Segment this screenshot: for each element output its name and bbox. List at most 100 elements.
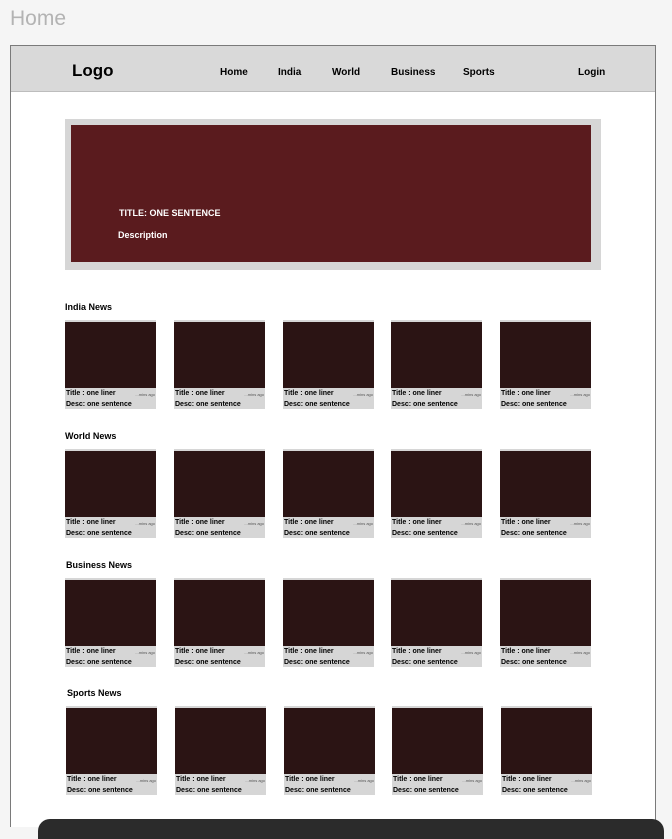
card-thumbnail (500, 451, 591, 517)
card-desc: Desc: one sentence (175, 530, 241, 537)
news-card[interactable]: Title : one liner ...mins ago Desc: one se… (392, 706, 483, 795)
card-time: ...mins ago (135, 521, 155, 526)
news-card[interactable]: Title : one liner ...mins ago Desc: one se… (391, 578, 482, 667)
card-title: Title : one liner (501, 390, 551, 397)
card-title: Title : one liner (176, 776, 226, 783)
card-desc: Desc: one sentence (501, 530, 567, 537)
card-desc: Desc: one sentence (392, 659, 458, 666)
news-card[interactable]: Title : one liner ...mins ago Desc: one se… (500, 449, 591, 538)
card-time: ...mins ago (353, 392, 373, 397)
news-card[interactable]: Title : one liner ...mins ago Desc: one se… (65, 320, 156, 409)
nav-link-home[interactable]: Home (220, 67, 248, 78)
card-thumbnail (501, 708, 592, 774)
news-card[interactable]: Title : one liner ...mins ago Desc: one se… (283, 449, 374, 538)
news-card[interactable]: Title : one liner ...mins ago Desc: one se… (65, 578, 156, 667)
card-title: Title : one liner (175, 648, 225, 655)
card-time: ...mins ago (244, 521, 264, 526)
news-card[interactable]: Title : one liner ...mins ago Desc: one se… (174, 449, 265, 538)
news-card[interactable]: Title : one liner ...mins ago Desc: one se… (66, 706, 157, 795)
card-thumbnail (391, 580, 482, 646)
card-title: Title : one liner (392, 519, 442, 526)
card-title: Title : one liner (284, 390, 334, 397)
nav-link-world[interactable]: World (332, 67, 360, 78)
card-thumbnail (500, 580, 591, 646)
card-desc: Desc: one sentence (175, 401, 241, 408)
news-card[interactable]: Title : one liner ...mins ago Desc: one se… (500, 578, 591, 667)
card-thumbnail (174, 451, 265, 517)
section-title-business: Business News (66, 560, 133, 570)
card-title: Title : one liner (66, 519, 116, 526)
news-card[interactable]: Title : one liner ...mins ago Desc: one se… (174, 320, 265, 409)
news-card[interactable]: Title : one liner ...mins ago Desc: one se… (283, 578, 374, 667)
card-desc: Desc: one sentence (175, 659, 241, 666)
card-desc: Desc: one sentence (285, 787, 351, 794)
card-time: ...mins ago (136, 778, 156, 783)
card-title: Title : one liner (67, 776, 117, 783)
card-thumbnail (66, 708, 157, 774)
card-thumbnail (65, 451, 156, 517)
card-title: Title : one liner (502, 776, 552, 783)
card-time: ...mins ago (570, 392, 590, 397)
news-card[interactable]: Title : one liner ...mins ago Desc: one se… (65, 449, 156, 538)
news-card[interactable]: Title : one liner ...mins ago Desc: one se… (174, 578, 265, 667)
website-frame: Logo Home India World Business Sports Lo… (10, 45, 656, 827)
card-title: Title : one liner (393, 776, 443, 783)
card-thumbnail (283, 322, 374, 388)
card-time: ...mins ago (244, 392, 264, 397)
hero-description: Description (118, 230, 168, 240)
logo[interactable]: Logo (72, 61, 114, 81)
hero-banner[interactable]: TITLE: ONE SENTENCE Description (65, 119, 601, 270)
card-desc: Desc: one sentence (392, 530, 458, 537)
card-title: Title : one liner (284, 648, 334, 655)
card-desc: Desc: one sentence (501, 659, 567, 666)
card-desc: Desc: one sentence (176, 787, 242, 794)
news-card[interactable]: Title : one liner ...mins ago Desc: one se… (501, 706, 592, 795)
news-card[interactable]: Title : one liner ...mins ago Desc: one se… (391, 449, 482, 538)
card-time: ...mins ago (135, 650, 155, 655)
card-time: ...mins ago (461, 650, 481, 655)
nav-link-business[interactable]: Business (391, 67, 435, 78)
nav-link-india[interactable]: India (278, 67, 301, 78)
section-title-world: World News (65, 431, 117, 441)
login-link[interactable]: Login (578, 67, 605, 78)
card-desc: Desc: one sentence (66, 530, 132, 537)
card-thumbnail (65, 580, 156, 646)
card-thumbnail (392, 708, 483, 774)
card-time: ...mins ago (244, 650, 264, 655)
nav-link-sports[interactable]: Sports (463, 67, 495, 78)
section-title-sports: Sports News (67, 688, 122, 698)
page-label: Home (10, 7, 67, 30)
card-time: ...mins ago (570, 650, 590, 655)
card-thumbnail (284, 708, 375, 774)
news-card[interactable]: Title : one liner ...mins ago Desc: one se… (283, 320, 374, 409)
news-card[interactable]: Title : one liner ...mins ago Desc: one se… (175, 706, 266, 795)
card-title: Title : one liner (284, 519, 334, 526)
card-time: ...mins ago (571, 778, 591, 783)
card-title: Title : one liner (392, 648, 442, 655)
card-time: ...mins ago (353, 521, 373, 526)
card-time: ...mins ago (353, 650, 373, 655)
card-time: ...mins ago (461, 392, 481, 397)
card-desc: Desc: one sentence (66, 401, 132, 408)
card-desc: Desc: one sentence (502, 787, 568, 794)
card-desc: Desc: one sentence (392, 401, 458, 408)
card-thumbnail (65, 322, 156, 388)
news-card[interactable]: Title : one liner ...mins ago Desc: one se… (284, 706, 375, 795)
card-desc: Desc: one sentence (284, 401, 350, 408)
card-time: ...mins ago (462, 778, 482, 783)
card-title: Title : one liner (66, 390, 116, 397)
card-desc: Desc: one sentence (67, 787, 133, 794)
news-card[interactable]: Title : one liner ...mins ago Desc: one se… (500, 320, 591, 409)
card-time: ...mins ago (570, 521, 590, 526)
card-desc: Desc: one sentence (284, 530, 350, 537)
card-thumbnail (391, 451, 482, 517)
bottom-toolbar (38, 819, 664, 839)
card-thumbnail (175, 708, 266, 774)
card-title: Title : one liner (66, 648, 116, 655)
card-desc: Desc: one sentence (393, 787, 459, 794)
card-time: ...mins ago (461, 521, 481, 526)
card-desc: Desc: one sentence (284, 659, 350, 666)
card-desc: Desc: one sentence (66, 659, 132, 666)
card-title: Title : one liner (285, 776, 335, 783)
news-card[interactable]: Title : one liner ...mins ago Desc: one se… (391, 320, 482, 409)
